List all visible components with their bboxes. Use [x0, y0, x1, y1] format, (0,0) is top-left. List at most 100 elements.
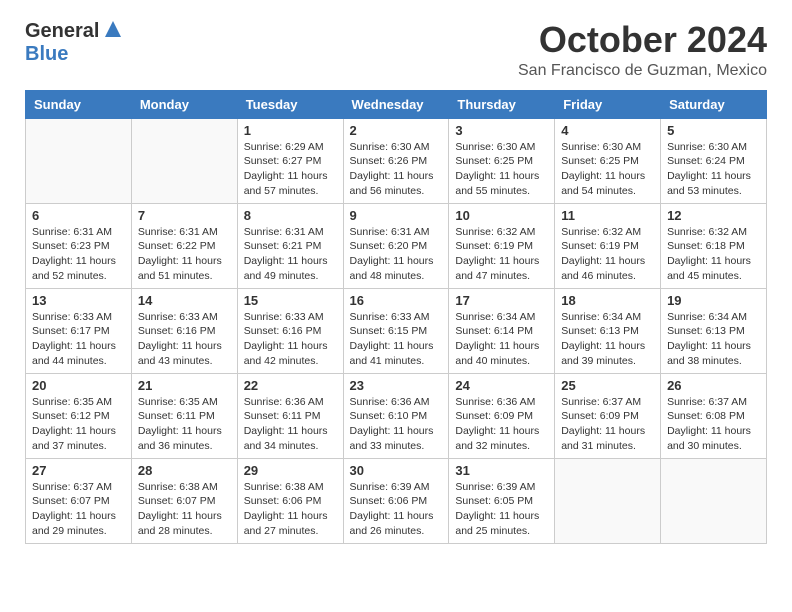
calendar-week-2: 6 Sunrise: 6:31 AM Sunset: 6:23 PM Daylig…: [26, 203, 767, 288]
day-info: Sunrise: 6:34 AM Sunset: 6:14 PM Dayligh…: [455, 310, 548, 369]
calendar-table: SundayMondayTuesdayWednesdayThursdayFrid…: [25, 90, 767, 544]
calendar-week-3: 13 Sunrise: 6:33 AM Sunset: 6:17 PM Dayli…: [26, 288, 767, 373]
day-info: Sunrise: 6:39 AM Sunset: 6:05 PM Dayligh…: [455, 480, 548, 539]
day-info: Sunrise: 6:31 AM Sunset: 6:21 PM Dayligh…: [244, 225, 337, 284]
calendar-cell-week4-day3: 22Sunrise: 6:36 AM Sunset: 6:11 PM Dayli…: [237, 373, 343, 458]
day-number: 3: [455, 123, 548, 138]
calendar-cell-week1-day2: [131, 118, 237, 203]
calendar-header-row: SundayMondayTuesdayWednesdayThursdayFrid…: [26, 90, 767, 118]
day-info: Sunrise: 6:30 AM Sunset: 6:25 PM Dayligh…: [561, 140, 654, 199]
day-number: 5: [667, 123, 760, 138]
calendar-cell-week1-day6: 4Sunrise: 6:30 AM Sunset: 6:25 PM Daylig…: [555, 118, 661, 203]
day-info: Sunrise: 6:35 AM Sunset: 6:11 PM Dayligh…: [138, 395, 231, 454]
calendar-cell-week1-day3: 1Sunrise: 6:29 AM Sunset: 6:27 PM Daylig…: [237, 118, 343, 203]
day-number: 6: [32, 208, 125, 223]
day-number: 12: [667, 208, 760, 223]
day-number: 2: [350, 123, 443, 138]
day-info: Sunrise: 6:33 AM Sunset: 6:16 PM Dayligh…: [244, 310, 337, 369]
day-info: Sunrise: 6:37 AM Sunset: 6:08 PM Dayligh…: [667, 395, 760, 454]
calendar-cell-week5-day3: 29Sunrise: 6:38 AM Sunset: 6:06 PM Dayli…: [237, 458, 343, 543]
calendar-week-5: 27Sunrise: 6:37 AM Sunset: 6:07 PM Dayli…: [26, 458, 767, 543]
day-number: 21: [138, 378, 231, 393]
day-info: Sunrise: 6:32 AM Sunset: 6:19 PM Dayligh…: [455, 225, 548, 284]
day-info: Sunrise: 6:29 AM Sunset: 6:27 PM Dayligh…: [244, 140, 337, 199]
calendar-header-monday: Monday: [131, 90, 237, 118]
day-number: 26: [667, 378, 760, 393]
calendar-cell-week3-day3: 15 Sunrise: 6:33 AM Sunset: 6:16 PM Dayli…: [237, 288, 343, 373]
calendar-header-thursday: Thursday: [449, 90, 555, 118]
calendar-cell-week5-day2: 28 Sunrise: 6:38 AM Sunset: 6:07 PM Dayli…: [131, 458, 237, 543]
calendar-cell-week2-day6: 11 Sunrise: 6:32 AM Sunset: 6:19 PM Dayli…: [555, 203, 661, 288]
calendar-cell-week4-day7: 26 Sunrise: 6:37 AM Sunset: 6:08 PM Dayli…: [661, 373, 767, 458]
day-info: Sunrise: 6:34 AM Sunset: 6:13 PM Dayligh…: [667, 310, 760, 369]
day-number: 24: [455, 378, 548, 393]
calendar-cell-week3-day5: 17 Sunrise: 6:34 AM Sunset: 6:14 PM Dayli…: [449, 288, 555, 373]
calendar-cell-week1-day4: 2 Sunrise: 6:30 AM Sunset: 6:26 PM Daylig…: [343, 118, 449, 203]
day-number: 17: [455, 293, 548, 308]
logo-triangle-icon: [104, 20, 122, 43]
day-info: Sunrise: 6:31 AM Sunset: 6:20 PM Dayligh…: [350, 225, 443, 284]
calendar-cell-week5-day1: 27Sunrise: 6:37 AM Sunset: 6:07 PM Dayli…: [26, 458, 132, 543]
calendar-cell-week2-day4: 9 Sunrise: 6:31 AM Sunset: 6:20 PM Daylig…: [343, 203, 449, 288]
day-number: 10: [455, 208, 548, 223]
day-number: 15: [244, 293, 337, 308]
logo-general-text: General: [25, 20, 99, 43]
day-info: Sunrise: 6:30 AM Sunset: 6:25 PM Dayligh…: [455, 140, 548, 199]
day-info: Sunrise: 6:34 AM Sunset: 6:13 PM Dayligh…: [561, 310, 654, 369]
day-number: 8: [244, 208, 337, 223]
day-number: 31: [455, 463, 548, 478]
calendar-body: 1Sunrise: 6:29 AM Sunset: 6:27 PM Daylig…: [26, 118, 767, 543]
page-header: General Blue October 2024 San Francisco …: [10, 10, 782, 85]
calendar-cell-week5-day6: [555, 458, 661, 543]
calendar-week-4: 20 Sunrise: 6:35 AM Sunset: 6:12 PM Dayli…: [26, 373, 767, 458]
day-info: Sunrise: 6:32 AM Sunset: 6:18 PM Dayligh…: [667, 225, 760, 284]
calendar-cell-week2-day3: 8 Sunrise: 6:31 AM Sunset: 6:21 PM Daylig…: [237, 203, 343, 288]
day-info: Sunrise: 6:30 AM Sunset: 6:24 PM Dayligh…: [667, 140, 760, 199]
calendar-header-friday: Friday: [555, 90, 661, 118]
day-number: 28: [138, 463, 231, 478]
month-title: October 2024: [518, 20, 767, 60]
day-number: 9: [350, 208, 443, 223]
day-info: Sunrise: 6:31 AM Sunset: 6:23 PM Dayligh…: [32, 225, 125, 284]
day-info: Sunrise: 6:36 AM Sunset: 6:11 PM Dayligh…: [244, 395, 337, 454]
day-info: Sunrise: 6:30 AM Sunset: 6:26 PM Dayligh…: [350, 140, 443, 199]
calendar-cell-week3-day6: 18 Sunrise: 6:34 AM Sunset: 6:13 PM Dayli…: [555, 288, 661, 373]
day-number: 16: [350, 293, 443, 308]
day-info: Sunrise: 6:37 AM Sunset: 6:07 PM Dayligh…: [32, 480, 125, 539]
day-info: Sunrise: 6:33 AM Sunset: 6:15 PM Dayligh…: [350, 310, 443, 369]
calendar-cell-week5-day5: 31 Sunrise: 6:39 AM Sunset: 6:05 PM Dayli…: [449, 458, 555, 543]
calendar-cell-week4-day4: 23Sunrise: 6:36 AM Sunset: 6:10 PM Dayli…: [343, 373, 449, 458]
day-number: 13: [32, 293, 125, 308]
calendar-header-sunday: Sunday: [26, 90, 132, 118]
calendar-cell-week5-day7: [661, 458, 767, 543]
day-info: Sunrise: 6:35 AM Sunset: 6:12 PM Dayligh…: [32, 395, 125, 454]
day-number: 14: [138, 293, 231, 308]
calendar-cell-week4-day1: 20 Sunrise: 6:35 AM Sunset: 6:12 PM Dayli…: [26, 373, 132, 458]
calendar-cell-week4-day5: 24 Sunrise: 6:36 AM Sunset: 6:09 PM Dayli…: [449, 373, 555, 458]
calendar-cell-week2-day2: 7Sunrise: 6:31 AM Sunset: 6:22 PM Daylig…: [131, 203, 237, 288]
day-number: 25: [561, 378, 654, 393]
day-info: Sunrise: 6:37 AM Sunset: 6:09 PM Dayligh…: [561, 395, 654, 454]
calendar-cell-week1-day5: 3 Sunrise: 6:30 AM Sunset: 6:25 PM Daylig…: [449, 118, 555, 203]
day-info: Sunrise: 6:32 AM Sunset: 6:19 PM Dayligh…: [561, 225, 654, 284]
day-number: 19: [667, 293, 760, 308]
calendar-cell-week3-day7: 19 Sunrise: 6:34 AM Sunset: 6:13 PM Dayli…: [661, 288, 767, 373]
location-title: San Francisco de Guzman, Mexico: [518, 62, 767, 80]
calendar-cell-week2-day7: 12 Sunrise: 6:32 AM Sunset: 6:18 PM Dayli…: [661, 203, 767, 288]
day-info: Sunrise: 6:33 AM Sunset: 6:16 PM Dayligh…: [138, 310, 231, 369]
day-number: 18: [561, 293, 654, 308]
calendar-header-wednesday: Wednesday: [343, 90, 449, 118]
day-info: Sunrise: 6:33 AM Sunset: 6:17 PM Dayligh…: [32, 310, 125, 369]
day-number: 11: [561, 208, 654, 223]
calendar-header-saturday: Saturday: [661, 90, 767, 118]
day-number: 20: [32, 378, 125, 393]
day-number: 30: [350, 463, 443, 478]
calendar-cell-week1-day1: [26, 118, 132, 203]
day-info: Sunrise: 6:31 AM Sunset: 6:22 PM Dayligh…: [138, 225, 231, 284]
calendar-cell-week2-day5: 10 Sunrise: 6:32 AM Sunset: 6:19 PM Dayli…: [449, 203, 555, 288]
calendar-cell-week2-day1: 6 Sunrise: 6:31 AM Sunset: 6:23 PM Daylig…: [26, 203, 132, 288]
calendar-cell-week3-day2: 14 Sunrise: 6:33 AM Sunset: 6:16 PM Dayli…: [131, 288, 237, 373]
day-info: Sunrise: 6:38 AM Sunset: 6:07 PM Dayligh…: [138, 480, 231, 539]
day-info: Sunrise: 6:36 AM Sunset: 6:09 PM Dayligh…: [455, 395, 548, 454]
calendar-header-tuesday: Tuesday: [237, 90, 343, 118]
